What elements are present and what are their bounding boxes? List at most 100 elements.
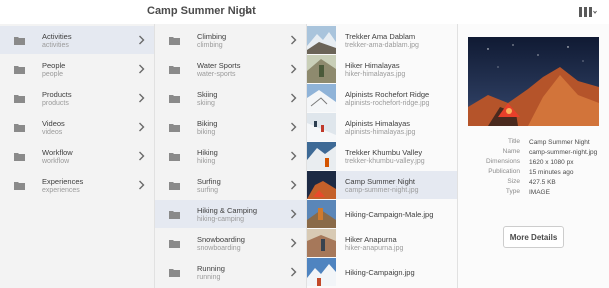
property-publication: Publication 15 minutes ago — [458, 168, 609, 177]
list-item[interactable]: Hiking & Camping hiking-camping — [155, 200, 306, 228]
list-item[interactable]: Biking biking — [155, 113, 306, 141]
asset-row[interactable]: Hiker Anapurna hiker-anapurna.jpg — [307, 229, 457, 257]
property-value: 427.5 KB — [529, 179, 556, 186]
item-name: hiker-himalayas.jpg — [345, 71, 406, 78]
list-item[interactable]: Climbing climbing — [155, 26, 306, 54]
property-value: camp-summer-night.jpg — [529, 149, 598, 156]
chevron-right-icon — [291, 35, 297, 45]
asset-thumbnail — [307, 55, 336, 83]
asset-preview-image — [468, 37, 599, 126]
item-name: biking — [197, 129, 216, 136]
page-title[interactable]: Camp Summer Night — [147, 5, 256, 17]
item-title: Workflow — [42, 148, 73, 157]
asset-properties: Title Camp Summer Night Name camp-summer… — [458, 138, 609, 198]
item-name: trekker-khumbu-valley.jpg — [345, 158, 425, 165]
chevron-right-icon — [139, 122, 145, 132]
item-title: Biking — [197, 119, 218, 128]
list-item[interactable]: Water Sports water-sports — [155, 55, 306, 83]
folder-icon — [169, 153, 180, 161]
folder-icon — [169, 240, 180, 248]
item-name: hiking — [197, 158, 216, 165]
more-details-button[interactable]: More Details — [503, 226, 564, 248]
list-item[interactable]: Skiing skiing — [155, 84, 306, 112]
column-view-icon[interactable] — [579, 6, 597, 19]
asset-row[interactable]: Alpinists Rochefort Ridge alpinists-roch… — [307, 84, 457, 112]
item-name: experiences — [42, 187, 80, 194]
asset-row[interactable]: Trekker Ama Dablam trekker-ama-dablam.jp… — [307, 26, 457, 54]
property-label: Type — [505, 188, 520, 195]
property-value: 15 minutes ago — [529, 169, 574, 176]
asset-thumbnail — [307, 84, 336, 112]
item-title: Hiking & Camping — [197, 206, 258, 215]
folder-icon — [169, 124, 180, 132]
item-name: workflow — [42, 158, 70, 165]
property-value: Camp Summer Night — [529, 139, 590, 146]
folder-icon — [14, 182, 25, 190]
item-title: Videos — [42, 119, 65, 128]
folder-icon — [169, 66, 180, 74]
chevron-right-icon — [291, 151, 297, 161]
item-title: Camp Summer Night — [345, 177, 416, 186]
folder-icon — [14, 95, 25, 103]
item-name: people — [42, 71, 64, 78]
asset-row[interactable]: Camp Summer Night camp-summer-night.jpg — [307, 171, 457, 199]
asset-row[interactable]: Trekker Khumbu Valley trekker-khumbu-val… — [307, 142, 457, 170]
chevron-right-icon — [139, 35, 145, 45]
list-item[interactable]: Snowboarding snowboarding — [155, 229, 306, 257]
folder-icon — [14, 66, 25, 74]
item-title: Trekker Khumbu Valley — [345, 148, 423, 157]
folder-icon — [14, 37, 25, 45]
property-label: Publication — [488, 168, 520, 175]
item-title: Climbing — [197, 32, 227, 41]
item-title: Experiences — [42, 177, 84, 186]
asset-thumbnail — [307, 26, 336, 54]
item-name: camp-summer-night.jpg — [345, 187, 419, 194]
chevron-right-icon — [139, 64, 145, 74]
item-name: running — [197, 274, 221, 281]
asset-row[interactable]: Alpinists Himalayas alpinists-himalayas.… — [307, 113, 457, 141]
list-item[interactable]: Running running — [155, 258, 306, 286]
property-value: IMAGE — [529, 189, 550, 196]
item-title: Hiking-Campaign.jpg — [345, 268, 415, 277]
column-hiking-camping: Trekker Ama Dablam trekker-ama-dablam.jp… — [307, 24, 458, 288]
list-item[interactable]: Activities activities — [0, 26, 154, 54]
item-name: hiking-camping — [197, 216, 245, 223]
chevron-right-icon — [291, 64, 297, 74]
item-name: skiing — [197, 100, 215, 107]
list-item[interactable]: Workflow workflow — [0, 142, 154, 170]
item-title: Alpinists Himalayas — [345, 119, 411, 128]
folder-icon — [14, 124, 25, 132]
asset-row[interactable]: Hiking-Campaign.jpg — [307, 258, 457, 286]
chevron-right-icon — [139, 151, 145, 161]
asset-row[interactable]: Hiking-Campaign-Male.jpg — [307, 200, 457, 228]
item-title: Skiing — [197, 90, 218, 99]
list-item[interactable]: Videos videos — [0, 113, 154, 141]
property-label: Name — [502, 148, 520, 155]
item-name: snowboarding — [197, 245, 241, 252]
list-item[interactable]: Hiking hiking — [155, 142, 306, 170]
chevron-down-icon[interactable] — [244, 7, 253, 16]
item-name: hiker-anapurna.jpg — [345, 245, 404, 252]
asset-row[interactable]: Hiker Himalayas hiker-himalayas.jpg — [307, 55, 457, 83]
folder-icon — [169, 95, 180, 103]
item-name: products — [42, 100, 69, 107]
item-name: alpinists-himalayas.jpg — [345, 129, 416, 136]
item-title: Running — [197, 264, 225, 273]
list-item[interactable]: People people — [0, 55, 154, 83]
item-title: Hiking-Campaign-Male.jpg — [345, 210, 434, 219]
list-item[interactable]: Products products — [0, 84, 154, 112]
folder-icon — [169, 211, 180, 219]
column-activities: Climbing climbing Water Sports water-spo… — [155, 24, 307, 288]
folder-icon — [169, 269, 180, 277]
property-size: Size 427.5 KB — [458, 178, 609, 187]
list-item[interactable]: Experiences experiences — [0, 171, 154, 199]
item-name: videos — [42, 129, 63, 136]
asset-thumbnail — [307, 258, 336, 286]
folder-icon — [14, 153, 25, 161]
property-name: Name camp-summer-night.jpg — [458, 148, 609, 157]
asset-thumbnail — [307, 229, 336, 257]
list-item[interactable]: Surfing surfing — [155, 171, 306, 199]
chevron-right-icon — [291, 93, 297, 103]
property-dimensions: Dimensions 1620 x 1080 px — [458, 158, 609, 167]
asset-thumbnail — [307, 142, 336, 170]
